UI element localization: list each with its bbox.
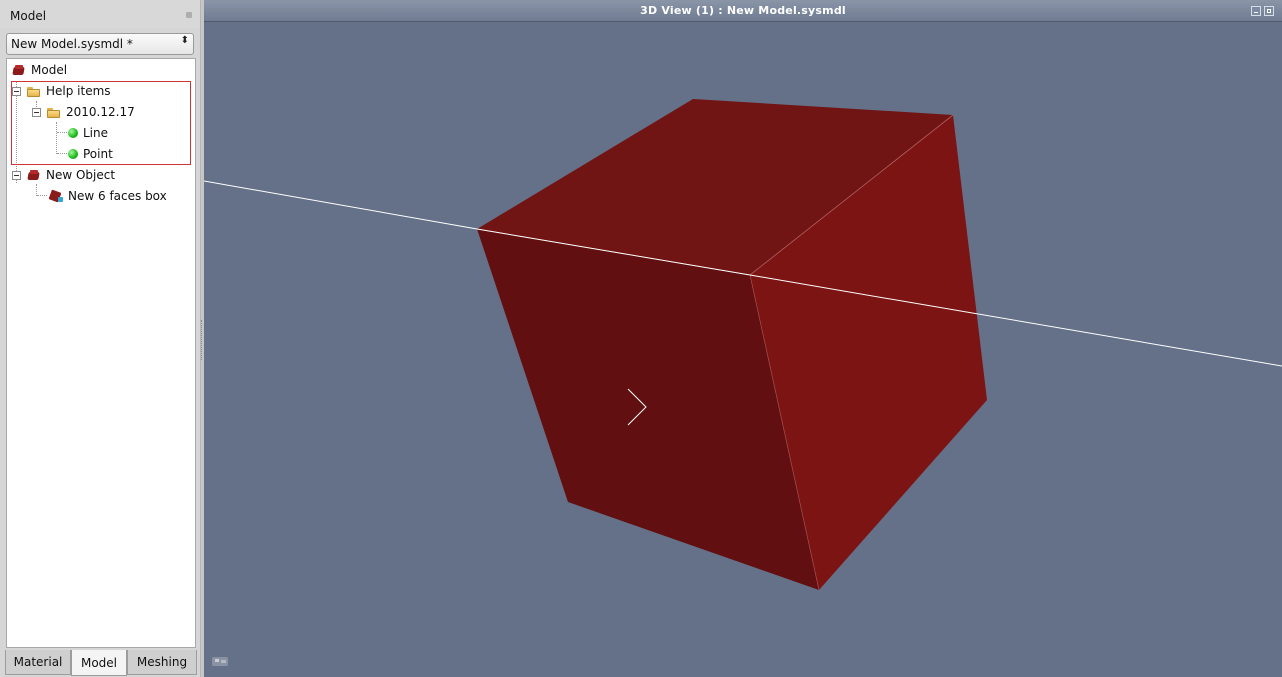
panel-title: Model xyxy=(10,9,47,23)
tree-item-help-items[interactable]: Help items xyxy=(12,81,111,101)
model-tree[interactable]: Model Help items 2010.12.17 Line Point N… xyxy=(6,58,196,648)
green-dot-icon xyxy=(68,128,78,138)
tree-connector xyxy=(56,122,57,154)
object-box-icon xyxy=(27,169,41,181)
tree-item-label: New 6 faces box xyxy=(68,189,167,203)
collapse-toggle-icon[interactable] xyxy=(12,170,21,180)
panel-tabs: Material Model Meshing xyxy=(5,650,197,676)
tree-item-label: 2010.12.17 xyxy=(66,105,135,119)
tree-connector xyxy=(57,132,67,133)
updown-arrows-icon: ⬍ xyxy=(180,35,189,46)
maximize-icon[interactable] xyxy=(1264,6,1274,16)
tab-material[interactable]: Material xyxy=(5,650,71,675)
tab-model[interactable]: Model xyxy=(71,650,127,676)
minimize-icon[interactable] xyxy=(1251,6,1261,16)
tree-item-point[interactable]: Point xyxy=(68,144,113,164)
3d-scene[interactable] xyxy=(204,0,1282,677)
tree-item-date-folder[interactable]: 2010.12.17 xyxy=(32,102,135,122)
tree-item-model[interactable]: Model xyxy=(12,60,67,80)
model-file-selector[interactable]: New Model.sysmdl * ⬍ xyxy=(6,33,194,55)
tree-item-label: Line xyxy=(83,126,109,140)
folder-icon xyxy=(47,107,61,118)
tree-item-label: Point xyxy=(83,147,113,161)
navigation-gizmo-icon[interactable] xyxy=(211,654,231,668)
tree-item-new-6-faces-box[interactable]: New 6 faces box xyxy=(49,186,167,206)
model-file-selector-value: New Model.sysmdl * xyxy=(11,37,133,51)
tree-connector xyxy=(57,153,67,154)
tree-connector xyxy=(37,195,47,196)
tab-meshing[interactable]: Meshing xyxy=(127,650,197,675)
3d-viewport[interactable]: 3D View (1) : New Model.sysmdl xyxy=(204,0,1282,677)
tree-item-new-object[interactable]: New Object xyxy=(12,165,115,185)
tree-item-label: New Object xyxy=(46,168,116,182)
view-titlebar: 3D View (1) : New Model.sysmdl xyxy=(204,0,1282,22)
model-box-icon xyxy=(12,64,26,76)
tree-item-label: Model xyxy=(31,63,68,77)
collapse-toggle-icon[interactable] xyxy=(12,86,21,96)
view-title: 3D View (1) : New Model.sysmdl xyxy=(640,4,846,17)
box-3d[interactable] xyxy=(476,99,987,591)
collapse-toggle-icon[interactable] xyxy=(32,107,41,117)
box-shape-icon xyxy=(49,190,63,202)
splitter-grip[interactable] xyxy=(201,320,203,360)
panel-header: Model xyxy=(0,0,200,28)
tree-item-label: Help items xyxy=(46,84,111,98)
tree-item-line[interactable]: Line xyxy=(68,123,108,143)
model-panel: Model New Model.sysmdl * ⬍ Model Help it… xyxy=(0,0,200,677)
folder-icon xyxy=(27,86,41,97)
green-dot-icon xyxy=(68,149,78,159)
panel-close-icon[interactable] xyxy=(186,12,192,18)
